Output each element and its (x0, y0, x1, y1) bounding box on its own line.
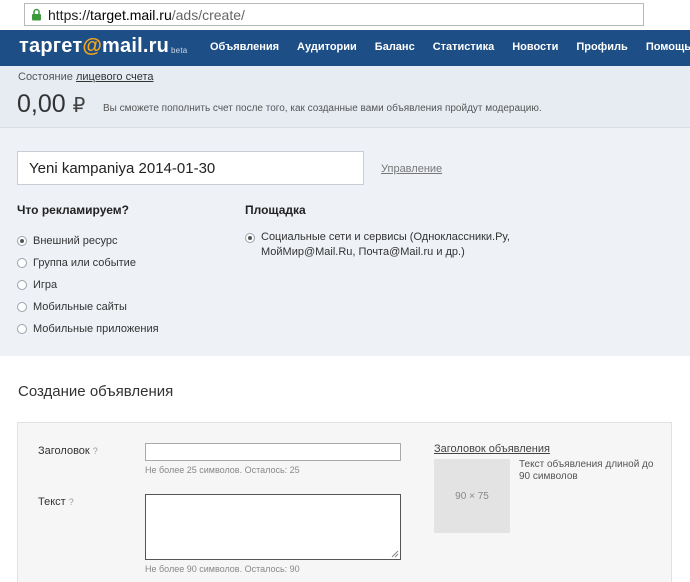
nav-balance[interactable]: Баланс (375, 41, 415, 53)
text-label-text: Текст (38, 496, 66, 508)
option-group-or-event[interactable]: Группа или событие (17, 252, 159, 274)
option-label: Группа или событие (33, 257, 136, 269)
option-mobile-apps[interactable]: Мобильные приложения (17, 318, 159, 340)
title-label-text: Заголовок (38, 445, 90, 457)
radio-button[interactable] (17, 324, 27, 334)
ad-text-input[interactable] (145, 494, 401, 560)
nav-statistics[interactable]: Статистика (433, 41, 495, 53)
option-game[interactable]: Игра (17, 274, 159, 296)
text-label: Текст? (38, 496, 74, 508)
account-link[interactable]: лицевого счета (76, 71, 154, 83)
option-label: Мобильные сайты (33, 301, 127, 313)
balance-panel: Состояние лицевого счета 0,00 ₽ Вы сможе… (0, 66, 690, 128)
radio-button[interactable] (245, 233, 255, 243)
balance-value: 0,00 (17, 90, 66, 118)
text-hint: Не более 90 символов. Осталось: 90 (145, 564, 300, 574)
preview-title-link[interactable]: Заголовок объявления (434, 443, 550, 455)
nav-audiences[interactable]: Аудитории (297, 41, 357, 53)
section-title: Создание объявления (18, 383, 174, 400)
nav-profile[interactable]: Профиль (576, 41, 627, 53)
option-mobile-sites[interactable]: Мобильные сайты (17, 296, 159, 318)
option-label: Мобильные приложения (33, 323, 159, 335)
site-logo[interactable]: таргет@mail.ru beta (19, 35, 188, 58)
ad-form: Заголовок? Не более 25 символов. Осталос… (17, 422, 672, 582)
title-hint: Не более 25 символов. Осталось: 25 (145, 465, 300, 475)
what-advertise-heading: Что рекламируем? (17, 203, 129, 217)
option-external-resource[interactable]: Внешний ресурс (17, 230, 159, 252)
balance-note: Вы сможете пополнить счет после того, ка… (103, 103, 542, 114)
logo-text: таргет (19, 35, 83, 57)
balance-label: Состояние лицевого счета (18, 71, 154, 83)
logo-at: @ (82, 35, 103, 57)
main-menu: Объявления Аудитории Баланс Статистика Н… (210, 41, 690, 53)
preview-image-size: 90 × 75 (455, 490, 489, 502)
campaign-name-input[interactable] (17, 151, 364, 185)
nav-help[interactable]: Помощь (646, 41, 690, 53)
help-icon[interactable]: ? (69, 497, 74, 507)
url-scheme: https:// (48, 7, 91, 23)
nav-news[interactable]: Новости (512, 41, 558, 53)
browser-url-bar: https://target.mail.ru/ads/create/ (0, 0, 690, 30)
resize-grip-icon[interactable] (391, 550, 399, 558)
lock-icon (32, 8, 41, 21)
radio-button[interactable] (17, 236, 27, 246)
nav-ads[interactable]: Объявления (210, 41, 279, 53)
option-label: Игра (33, 279, 58, 291)
advertise-type-options: Внешний ресурс Группа или событие Игра М… (17, 230, 159, 340)
ad-title-input[interactable] (145, 443, 401, 461)
url-text: https://target.mail.ru/ads/create/ (48, 7, 245, 23)
top-navigation: таргет@mail.ru beta Объявления Аудитории … (0, 30, 690, 66)
preview-image-placeholder: 90 × 75 (434, 459, 510, 533)
platform-label: Социальные сети и сервисы (Одноклассники… (261, 231, 510, 258)
option-label: Внешний ресурс (33, 235, 118, 247)
manage-link[interactable]: Управление (381, 163, 442, 175)
platform-heading: Площадка (245, 203, 306, 217)
balance-amount: 0,00 ₽ (17, 90, 85, 119)
logo-domain: mail.ru (102, 35, 170, 57)
balance-label-text: Состояние (18, 71, 73, 83)
radio-button[interactable] (17, 258, 27, 268)
radio-button[interactable] (17, 302, 27, 312)
title-label: Заголовок? (38, 445, 98, 457)
help-icon[interactable]: ? (93, 446, 98, 456)
preview-text: Текст объявления длиной до 90 символов (519, 459, 654, 482)
ruble-sign: ₽ (72, 95, 86, 117)
url-path: /ads/create/ (171, 7, 245, 23)
radio-button[interactable] (17, 280, 27, 290)
url-host: target.mail.ru (90, 7, 172, 23)
address-field[interactable]: https://target.mail.ru/ads/create/ (24, 3, 644, 26)
beta-badge: beta (171, 46, 188, 55)
option-social-networks[interactable]: Социальные сети и сервисы (Одноклассники… (245, 230, 601, 260)
campaign-settings: Управление Что рекламируем? Внешний ресу… (0, 128, 690, 356)
